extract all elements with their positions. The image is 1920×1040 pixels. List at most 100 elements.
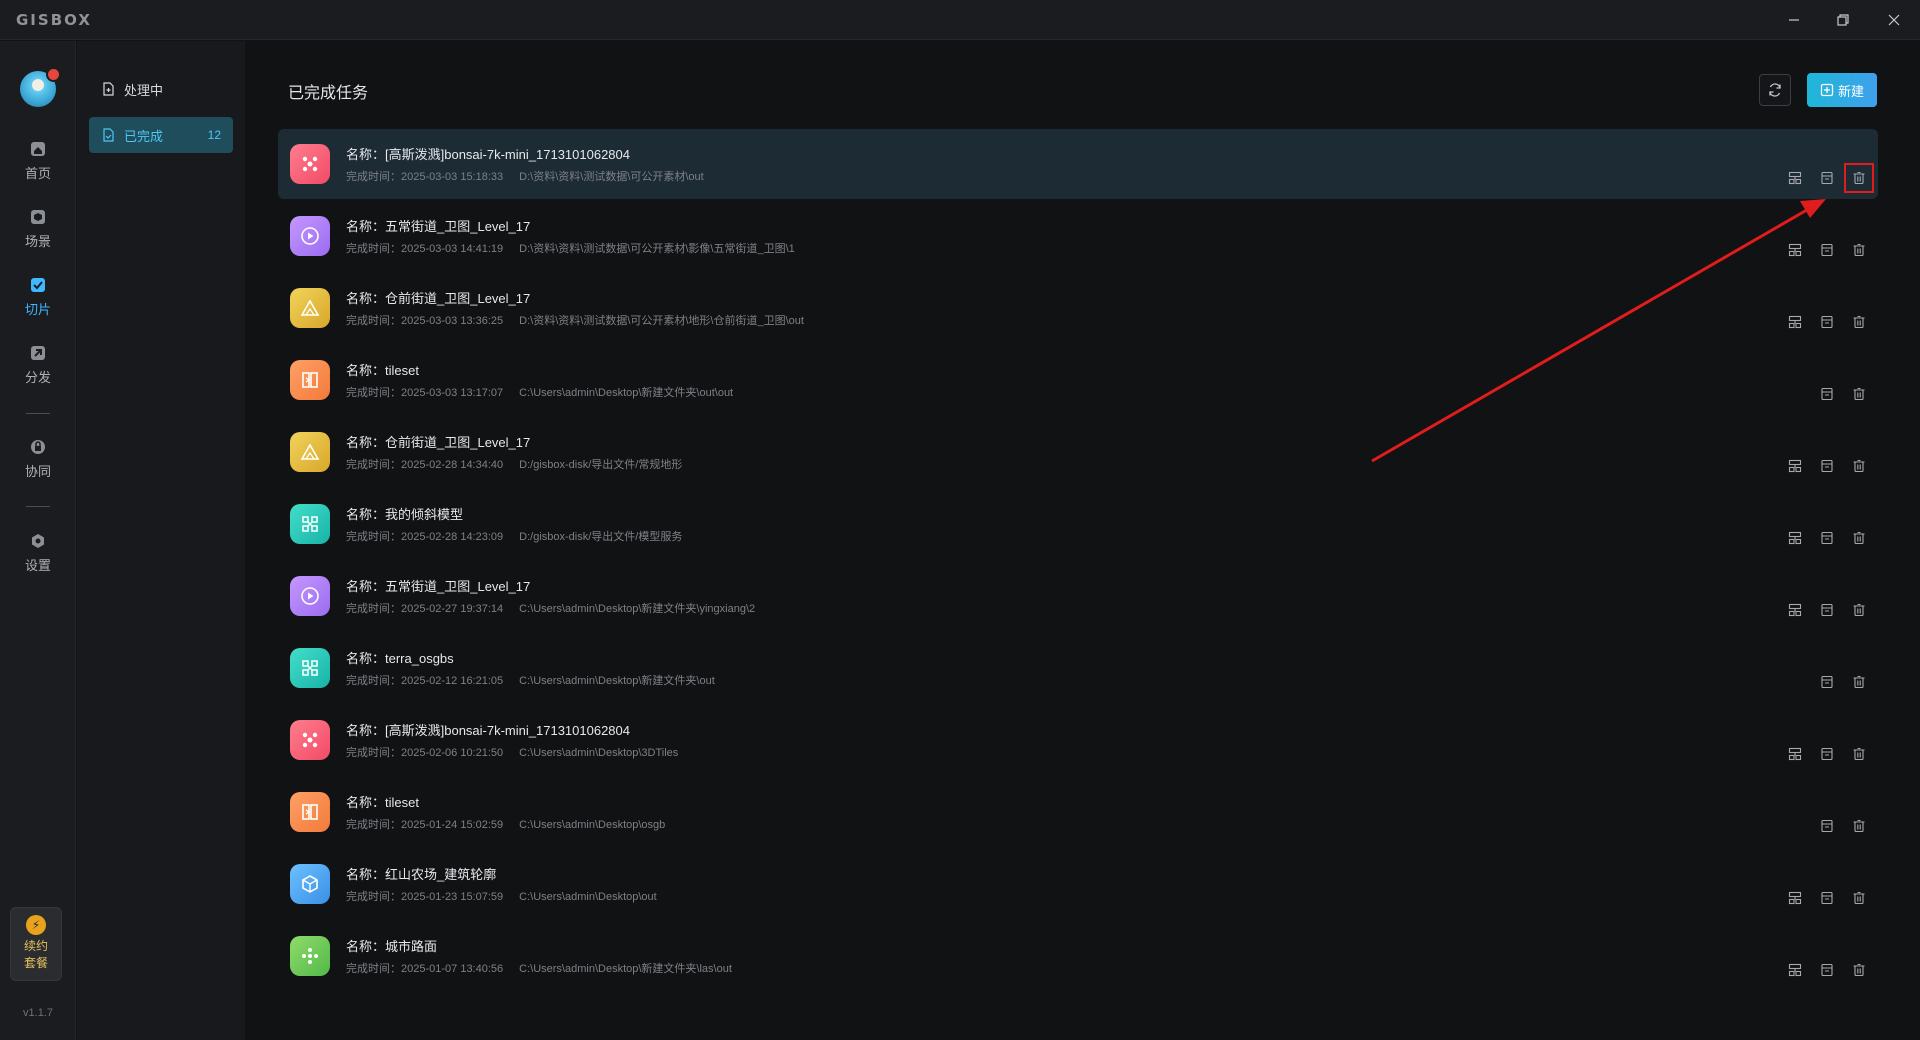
delete-task-button[interactable] — [1848, 455, 1870, 477]
task-name: 名称：城市路面 — [346, 939, 438, 954]
task-time: 完成时间：2025-03-03 13:36:25 — [346, 315, 504, 327]
task-meta: 完成时间：2025-01-07 13:40:56 C:\Users\admin\D… — [346, 960, 732, 976]
task-detail-button[interactable] — [1816, 239, 1838, 261]
service-tree-icon — [1788, 891, 1802, 905]
task-detail-button[interactable] — [1816, 527, 1838, 549]
task-actions — [1774, 671, 1870, 693]
task-row[interactable]: 名称：tileset 完成时间：2025-03-03 13:17:07 C:\Us… — [278, 345, 1878, 415]
task-detail-button[interactable] — [1816, 815, 1838, 837]
minimize-icon — [1789, 19, 1799, 21]
rail-item-scene[interactable]: 场景 — [0, 207, 76, 259]
task-detail-button[interactable] — [1816, 599, 1838, 621]
subnav-item-completed[interactable]: 已完成 12 — [89, 117, 233, 153]
lightning-icon: ⚡ — [26, 915, 46, 935]
publish-service-button[interactable] — [1784, 959, 1806, 981]
avatar[interactable] — [20, 67, 61, 107]
task-path: C:\Users\admin\Desktop\osgb — [519, 819, 666, 831]
rail-item-collaborate[interactable]: 协同 — [0, 437, 76, 489]
task-row[interactable]: 名称：五常街道_卫图_Level_17 完成时间：2025-02-27 19:3… — [278, 561, 1878, 631]
refresh-button[interactable] — [1759, 74, 1791, 106]
rail-item-slice[interactable]: 切片 — [0, 275, 76, 327]
task-row[interactable]: 名称：terra_osgbs 完成时间：2025-02-12 16:21:05 C… — [278, 633, 1878, 703]
task-meta: 完成时间：2025-02-28 14:34:40 D:/gisbox-disk/导… — [346, 456, 682, 472]
task-row[interactable]: 名称：红山农场_建筑轮廓 完成时间：2025-01-23 15:07:59 C:\… — [278, 849, 1878, 919]
task-detail-button[interactable] — [1816, 743, 1838, 765]
task-time: 完成时间：2025-03-03 14:41:19 — [346, 243, 504, 255]
task-row[interactable]: 名称：城市路面 完成时间：2025-01-07 13:40:56 C:\Users… — [278, 921, 1878, 991]
close-button[interactable] — [1870, 0, 1918, 40]
rail-item-distribute[interactable]: 分发 — [0, 343, 76, 395]
task-row[interactable]: 名称：仓前街道_卫图_Level_17 完成时间：2025-03-03 13:3… — [278, 273, 1878, 343]
document-icon — [1821, 531, 1833, 545]
delete-task-button[interactable] — [1848, 239, 1870, 261]
task-meta: 完成时间：2025-02-06 10:21:50 C:\Users\admin\D… — [346, 744, 678, 760]
page-title: 已完成任务 — [288, 85, 369, 102]
publish-service-button[interactable] — [1784, 887, 1806, 909]
task-row[interactable]: 名称：[高斯泼溅]bonsai-7k-mini_1713101062804 完成… — [278, 705, 1878, 775]
task-detail-button[interactable] — [1816, 671, 1838, 693]
delete-task-button[interactable] — [1848, 959, 1870, 981]
task-type-badge — [290, 288, 330, 328]
plus-square-icon — [1820, 83, 1834, 97]
publish-service-button[interactable] — [1784, 167, 1806, 189]
task-detail-button[interactable] — [1816, 167, 1838, 189]
publish-service-button[interactable] — [1784, 743, 1806, 765]
task-detail-button[interactable] — [1816, 887, 1838, 909]
document-icon — [1821, 747, 1833, 761]
rail-item-settings[interactable]: 设置 — [0, 531, 76, 583]
publish-service-button[interactable] — [1784, 455, 1806, 477]
delete-task-button[interactable] — [1848, 599, 1870, 621]
publish-service-button[interactable] — [1784, 311, 1806, 333]
task-row[interactable]: 名称：五常街道_卫图_Level_17 完成时间：2025-03-03 14:4… — [278, 201, 1878, 271]
task-time: 完成时间：2025-02-28 14:34:40 — [346, 459, 504, 471]
trash-icon — [1853, 819, 1865, 833]
task-meta: 完成时间：2025-02-27 19:37:14 C:\Users\admin\D… — [346, 600, 755, 616]
task-name: 名称：terra_osgbs — [346, 651, 454, 666]
restore-button[interactable] — [1819, 0, 1867, 40]
delete-task-button[interactable] — [1848, 527, 1870, 549]
task-row[interactable]: 名称：[高斯泼溅]bonsai-7k-mini_1713101062804 完成… — [278, 129, 1878, 199]
publish-service-button[interactable] — [1784, 527, 1806, 549]
publish-service-button[interactable] — [1784, 599, 1806, 621]
delete-task-button[interactable] — [1844, 163, 1874, 193]
task-row[interactable]: 名称：我的倾斜模型 完成时间：2025-02-28 14:23:09 D:/gis… — [278, 489, 1878, 559]
task-time: 完成时间：2025-02-28 14:23:09 — [346, 531, 504, 543]
renew-plan-button[interactable]: ⚡ 续约 套餐 — [10, 907, 62, 981]
imagery-icon — [301, 587, 319, 605]
task-name: 名称：tileset — [346, 795, 419, 810]
task-meta: 完成时间：2025-03-03 14:41:19 D:\资料\资料\测试数据\可公… — [346, 240, 795, 256]
task-actions — [1774, 311, 1870, 333]
delete-task-button[interactable] — [1848, 815, 1870, 837]
task-detail-button[interactable] — [1816, 959, 1838, 981]
task-detail-button[interactable] — [1816, 383, 1838, 405]
delete-task-button[interactable] — [1848, 743, 1870, 765]
collaborate-icon — [31, 440, 45, 454]
task-path: C:\Users\admin\Desktop\3DTiles — [519, 747, 679, 759]
task-row[interactable]: 名称：tileset 完成时间：2025-01-24 15:02:59 C:\Us… — [278, 777, 1878, 847]
task-detail-button[interactable] — [1816, 455, 1838, 477]
trash-icon — [1853, 387, 1865, 401]
task-path: D:/gisbox-disk/导出文件/模型服务 — [519, 531, 683, 543]
publish-service-button[interactable] — [1784, 239, 1806, 261]
minimize-button[interactable] — [1770, 0, 1818, 40]
delete-task-button[interactable] — [1848, 671, 1870, 693]
delete-task-button[interactable] — [1848, 887, 1870, 909]
task-time: 完成时间：2025-03-03 13:17:07 — [346, 387, 504, 399]
rail-item-home[interactable]: 首页 — [0, 139, 76, 191]
task-actions — [1774, 163, 1874, 193]
delete-task-button[interactable] — [1848, 311, 1870, 333]
task-name: 名称：[高斯泼溅]bonsai-7k-mini_1713101062804 — [346, 147, 630, 162]
task-detail-button[interactable] — [1816, 311, 1838, 333]
scene-icon — [31, 210, 45, 224]
subnav-item-processing[interactable]: 处理中 — [89, 71, 233, 107]
delete-task-button[interactable] — [1848, 383, 1870, 405]
document-icon — [1821, 675, 1833, 689]
task-type-badge — [290, 792, 330, 832]
new-task-button[interactable]: 新建 — [1807, 73, 1877, 107]
task-name: 名称：tileset — [346, 363, 419, 378]
task-actions — [1774, 383, 1870, 405]
trash-icon — [1853, 531, 1865, 545]
task-row[interactable]: 名称：仓前街道_卫图_Level_17 完成时间：2025-02-28 14:3… — [278, 417, 1878, 487]
task-actions — [1774, 959, 1870, 981]
task-path: C:\Users\admin\Desktop\新建文件夹\las\out — [519, 963, 732, 975]
